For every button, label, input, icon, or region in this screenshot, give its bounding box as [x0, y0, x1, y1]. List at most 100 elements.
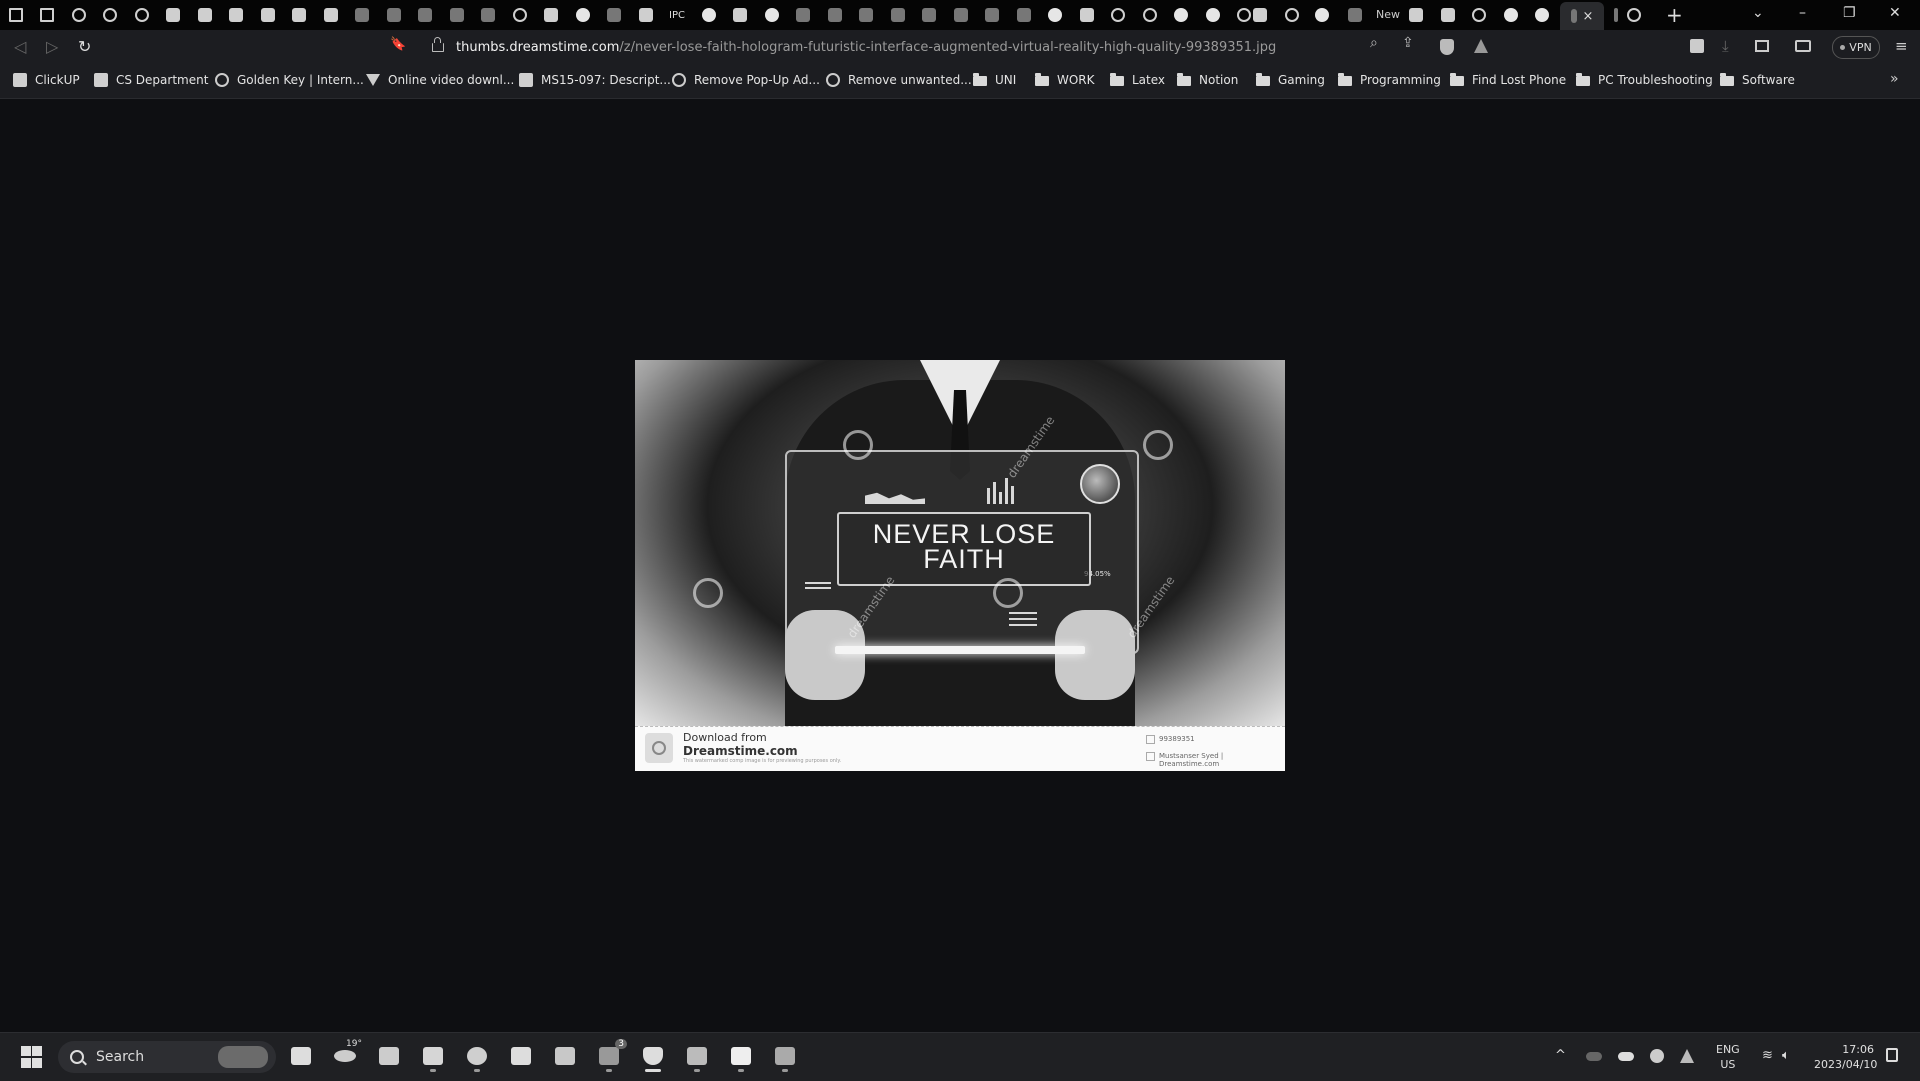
displayed-image[interactable]: 94.05% NEVER LOSE FAITH dreamstime dreams…: [635, 360, 1285, 771]
edge-button[interactable]: [466, 1045, 488, 1067]
tab-google[interactable]: [1043, 4, 1067, 26]
tab-doc[interactable]: [193, 4, 217, 26]
bookmark-clickup[interactable]: ClickUP: [13, 73, 80, 87]
tab-youtube[interactable]: [382, 4, 406, 26]
downloads-icon[interactable]: ⤓: [1722, 37, 1729, 55]
tab-linkedin[interactable]: [1436, 4, 1460, 26]
bookmark-folder-programming[interactable]: Programming: [1338, 73, 1441, 87]
tab-steam[interactable]: [1343, 4, 1367, 26]
reload-button[interactable]: ↻: [78, 37, 91, 56]
tab-doc[interactable]: [319, 4, 343, 26]
bookmark-golden-key[interactable]: Golden Key | Intern...: [215, 73, 364, 87]
tab-download[interactable]: [634, 4, 658, 26]
tab-google[interactable]: [697, 4, 721, 26]
bookmark-folder-pc-troubleshooting[interactable]: PC Troubleshooting: [1576, 73, 1713, 87]
tab-google[interactable]: [571, 4, 595, 26]
tab-youtube[interactable]: [350, 4, 374, 26]
tab-doc[interactable]: [287, 4, 311, 26]
tab-mx[interactable]: [823, 4, 847, 26]
forward-button[interactable]: ▷: [46, 37, 58, 56]
vpn-button[interactable]: VPN: [1832, 36, 1880, 59]
tab-gmail[interactable]: [476, 4, 500, 26]
tab-flag[interactable]: [539, 4, 563, 26]
tab-active[interactable]: ×: [1560, 2, 1604, 30]
tab-ipc[interactable]: IPC: [665, 4, 689, 26]
tab-globe[interactable]: [1622, 4, 1646, 26]
zoom-icon[interactable]: ⌕: [1370, 35, 1378, 51]
bookmark-folder-latex[interactable]: Latex: [1110, 73, 1165, 87]
store-button[interactable]: [510, 1045, 532, 1067]
tab-globe[interactable]: [1106, 4, 1130, 26]
share-icon[interactable]: ⇪: [1402, 35, 1414, 51]
bookmark-remove-unwanted[interactable]: Remove unwanted...: [826, 73, 972, 87]
drive-tray-icon[interactable]: [1680, 1049, 1694, 1063]
minimize-button[interactable]: –: [1799, 5, 1806, 21]
close-window-button[interactable]: ✕: [1889, 5, 1901, 21]
tab-list-dropdown[interactable]: ⌄: [1752, 5, 1764, 21]
tab-doc[interactable]: [161, 4, 185, 26]
main-menu-icon[interactable]: ≡: [1895, 37, 1908, 55]
tab-google[interactable]: [1530, 4, 1554, 26]
tab-youtube[interactable]: [791, 4, 815, 26]
tab-mx[interactable]: [917, 4, 941, 26]
tab-doc[interactable]: [256, 4, 280, 26]
tab-globe[interactable]: [67, 4, 91, 26]
tab-lock[interactable]: [602, 4, 626, 26]
cloud-sync-icon[interactable]: [1618, 1052, 1634, 1061]
sidebar-icon[interactable]: [1755, 40, 1769, 52]
tab-favicon-save[interactable]: [4, 4, 28, 26]
tab-windows[interactable]: [728, 4, 752, 26]
bookmarks-overflow-button[interactable]: »: [1890, 71, 1899, 87]
teams-chat-button[interactable]: [378, 1045, 400, 1067]
tab-google[interactable]: [1499, 4, 1523, 26]
tab-mx[interactable]: [854, 4, 878, 26]
close-tab-icon[interactable]: ×: [1583, 9, 1594, 24]
tab-linkedin[interactable]: [1404, 4, 1428, 26]
tab-heart[interactable]: [508, 4, 532, 26]
tray-overflow-button[interactable]: ^: [1555, 1048, 1566, 1063]
tab-favicon-save[interactable]: [35, 4, 59, 26]
bookmark-folder-notion[interactable]: Notion: [1177, 73, 1238, 87]
bookmark-ms15[interactable]: MS15-097: Descript...: [519, 73, 671, 87]
bookmark-folder-software[interactable]: Software: [1720, 73, 1795, 87]
wifi-icon[interactable]: ≋: [1762, 1048, 1773, 1063]
onedrive-icon[interactable]: [1586, 1052, 1602, 1061]
bookmark-remove-popup[interactable]: Remove Pop-Up Ad...: [672, 73, 820, 87]
tab-gmail[interactable]: [445, 4, 469, 26]
tab-google[interactable]: [1169, 4, 1193, 26]
volume-icon[interactable]: 🔈︎: [1782, 1048, 1790, 1063]
tab-whatsapp[interactable]: [1467, 4, 1491, 26]
bookmark-folder-uni[interactable]: UNI: [973, 73, 1016, 87]
tab-mx[interactable]: [980, 4, 1004, 26]
notion-button[interactable]: [730, 1045, 752, 1067]
tab-google[interactable]: [1310, 4, 1334, 26]
brave-shield-icon[interactable]: [1440, 39, 1454, 55]
tab-image[interactable]: [1248, 4, 1272, 26]
notification-icon[interactable]: [1886, 1048, 1898, 1062]
tab-google[interactable]: [760, 4, 784, 26]
bookmark-folder-work[interactable]: WORK: [1035, 73, 1095, 87]
system-clock[interactable]: 17:06 2023/04/10: [1814, 1042, 1877, 1072]
tab-google[interactable]: [1201, 4, 1225, 26]
bookmark-online-video[interactable]: Online video downl...: [366, 73, 514, 87]
task-view-button[interactable]: [290, 1045, 312, 1067]
tab-mx[interactable]: [886, 4, 910, 26]
language-indicator[interactable]: ENG US: [1716, 1042, 1740, 1072]
brave-button[interactable]: [642, 1045, 664, 1067]
bookmark-folder-gaming[interactable]: Gaming: [1256, 73, 1325, 87]
weather-widget[interactable]: 19°: [334, 1039, 362, 1067]
bookmark-page-button[interactable]: 🔖: [390, 37, 406, 52]
app-s-button[interactable]: [686, 1045, 708, 1067]
bookmark-cs-department[interactable]: CS Department: [94, 73, 208, 87]
tab-globe[interactable]: [98, 4, 122, 26]
tab-hackerrank[interactable]: [413, 4, 437, 26]
tab-globe[interactable]: [1138, 4, 1162, 26]
restore-button[interactable]: ❐: [1843, 5, 1856, 21]
tab-image[interactable]: [1075, 4, 1099, 26]
tab-globe[interactable]: [130, 4, 154, 26]
terminal-button[interactable]: [774, 1045, 796, 1067]
bookmark-folder-find-lost-phone[interactable]: Find Lost Phone: [1450, 73, 1566, 87]
start-button[interactable]: [20, 1045, 42, 1069]
tab-globe[interactable]: [1280, 4, 1304, 26]
tab-mx[interactable]: [1012, 4, 1036, 26]
